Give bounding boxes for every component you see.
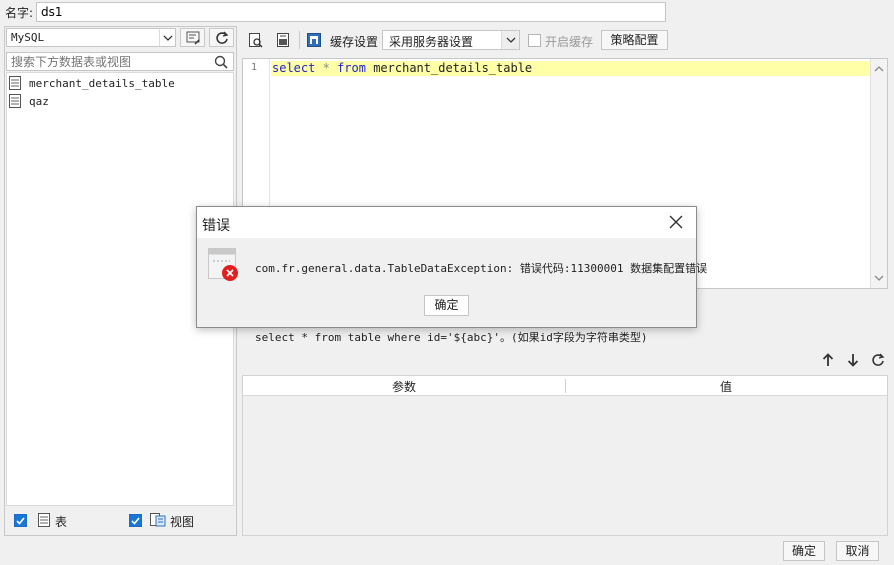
param-hint: select * from table where id='${abc}'。(如… <box>255 331 648 344</box>
sql-button[interactable] <box>273 30 293 50</box>
column-header-value[interactable]: 值 <box>566 378 886 395</box>
cache-select[interactable]: 采用服务器设置 <box>382 30 520 50</box>
table-search[interactable] <box>6 52 234 71</box>
edit-connection-button[interactable] <box>180 28 205 47</box>
ok-button[interactable]: 确定 <box>783 541 825 561</box>
editor-scrollbar[interactable] <box>870 59 887 288</box>
chevron-down-icon <box>159 29 175 46</box>
preview-icon <box>249 32 263 48</box>
refresh-params-icon[interactable] <box>871 353 885 367</box>
column-header-param[interactable]: 参数 <box>243 378 565 395</box>
toolbar-divider <box>299 31 300 49</box>
db-select[interactable]: MySQL <box>6 28 176 47</box>
refresh-connection-button[interactable] <box>209 28 234 47</box>
close-icon[interactable] <box>669 215 683 229</box>
table-name: qaz <box>29 95 49 108</box>
chevron-down-icon <box>501 31 519 49</box>
name-label: 名字: <box>5 6 34 20</box>
sql-star: * <box>322 61 330 75</box>
sql-icon <box>277 33 289 47</box>
params-table: 参数 值 <box>242 375 888 536</box>
show-views-label: 视图 <box>170 515 195 529</box>
dialog-ok-button[interactable]: 确定 <box>424 295 469 316</box>
search-icon[interactable] <box>214 55 228 69</box>
sql-line: select * from merchant_details_table <box>272 61 532 76</box>
name-input[interactable] <box>36 2 666 22</box>
table-icon <box>9 76 21 90</box>
params-table-header: 参数 值 <box>243 376 887 396</box>
move-down-icon[interactable] <box>847 353 859 367</box>
show-tables-checkbox[interactable] <box>14 514 27 527</box>
preview-button[interactable] <box>246 30 266 50</box>
scroll-down-icon[interactable] <box>871 271 887 285</box>
sql-table-name: merchant_details_table <box>373 61 533 75</box>
view-icon <box>150 513 166 527</box>
sql-keyword-select: select <box>272 61 316 75</box>
cache-settings-label: 缓存设置 <box>330 35 379 49</box>
sql-keyword-from: from <box>337 61 366 75</box>
db-select-value: MySQL <box>11 31 45 44</box>
cache-icon <box>307 33 321 47</box>
error-message: com.fr.general.data.TableDataException: … <box>255 262 708 275</box>
dialog-title: 错误 <box>202 218 230 234</box>
edit-connection-icon <box>186 31 200 45</box>
line-number: 1 <box>251 62 258 73</box>
cache-select-value: 采用服务器设置 <box>389 35 474 49</box>
cancel-button[interactable]: 取消 <box>836 541 879 561</box>
enable-cache-checkbox[interactable] <box>528 34 541 47</box>
table-name: merchant_details_table <box>29 77 175 90</box>
error-icon <box>208 248 238 281</box>
table-icon <box>38 513 50 527</box>
table-icon <box>9 94 21 108</box>
table-search-input[interactable] <box>7 53 207 70</box>
error-dialog: 错误 com.fr.general.data.TableDataExceptio… <box>196 206 707 328</box>
show-tables-label: 表 <box>55 515 68 529</box>
move-up-icon[interactable] <box>822 353 834 367</box>
strategy-config-button[interactable]: 策略配置 <box>601 30 668 50</box>
refresh-icon <box>215 31 228 44</box>
scroll-up-icon[interactable] <box>871 62 887 76</box>
dialog-body: com.fr.general.data.TableDataException: … <box>197 238 707 327</box>
show-views-checkbox[interactable] <box>129 514 142 527</box>
enable-cache-label: 开启缓存 <box>545 35 594 49</box>
